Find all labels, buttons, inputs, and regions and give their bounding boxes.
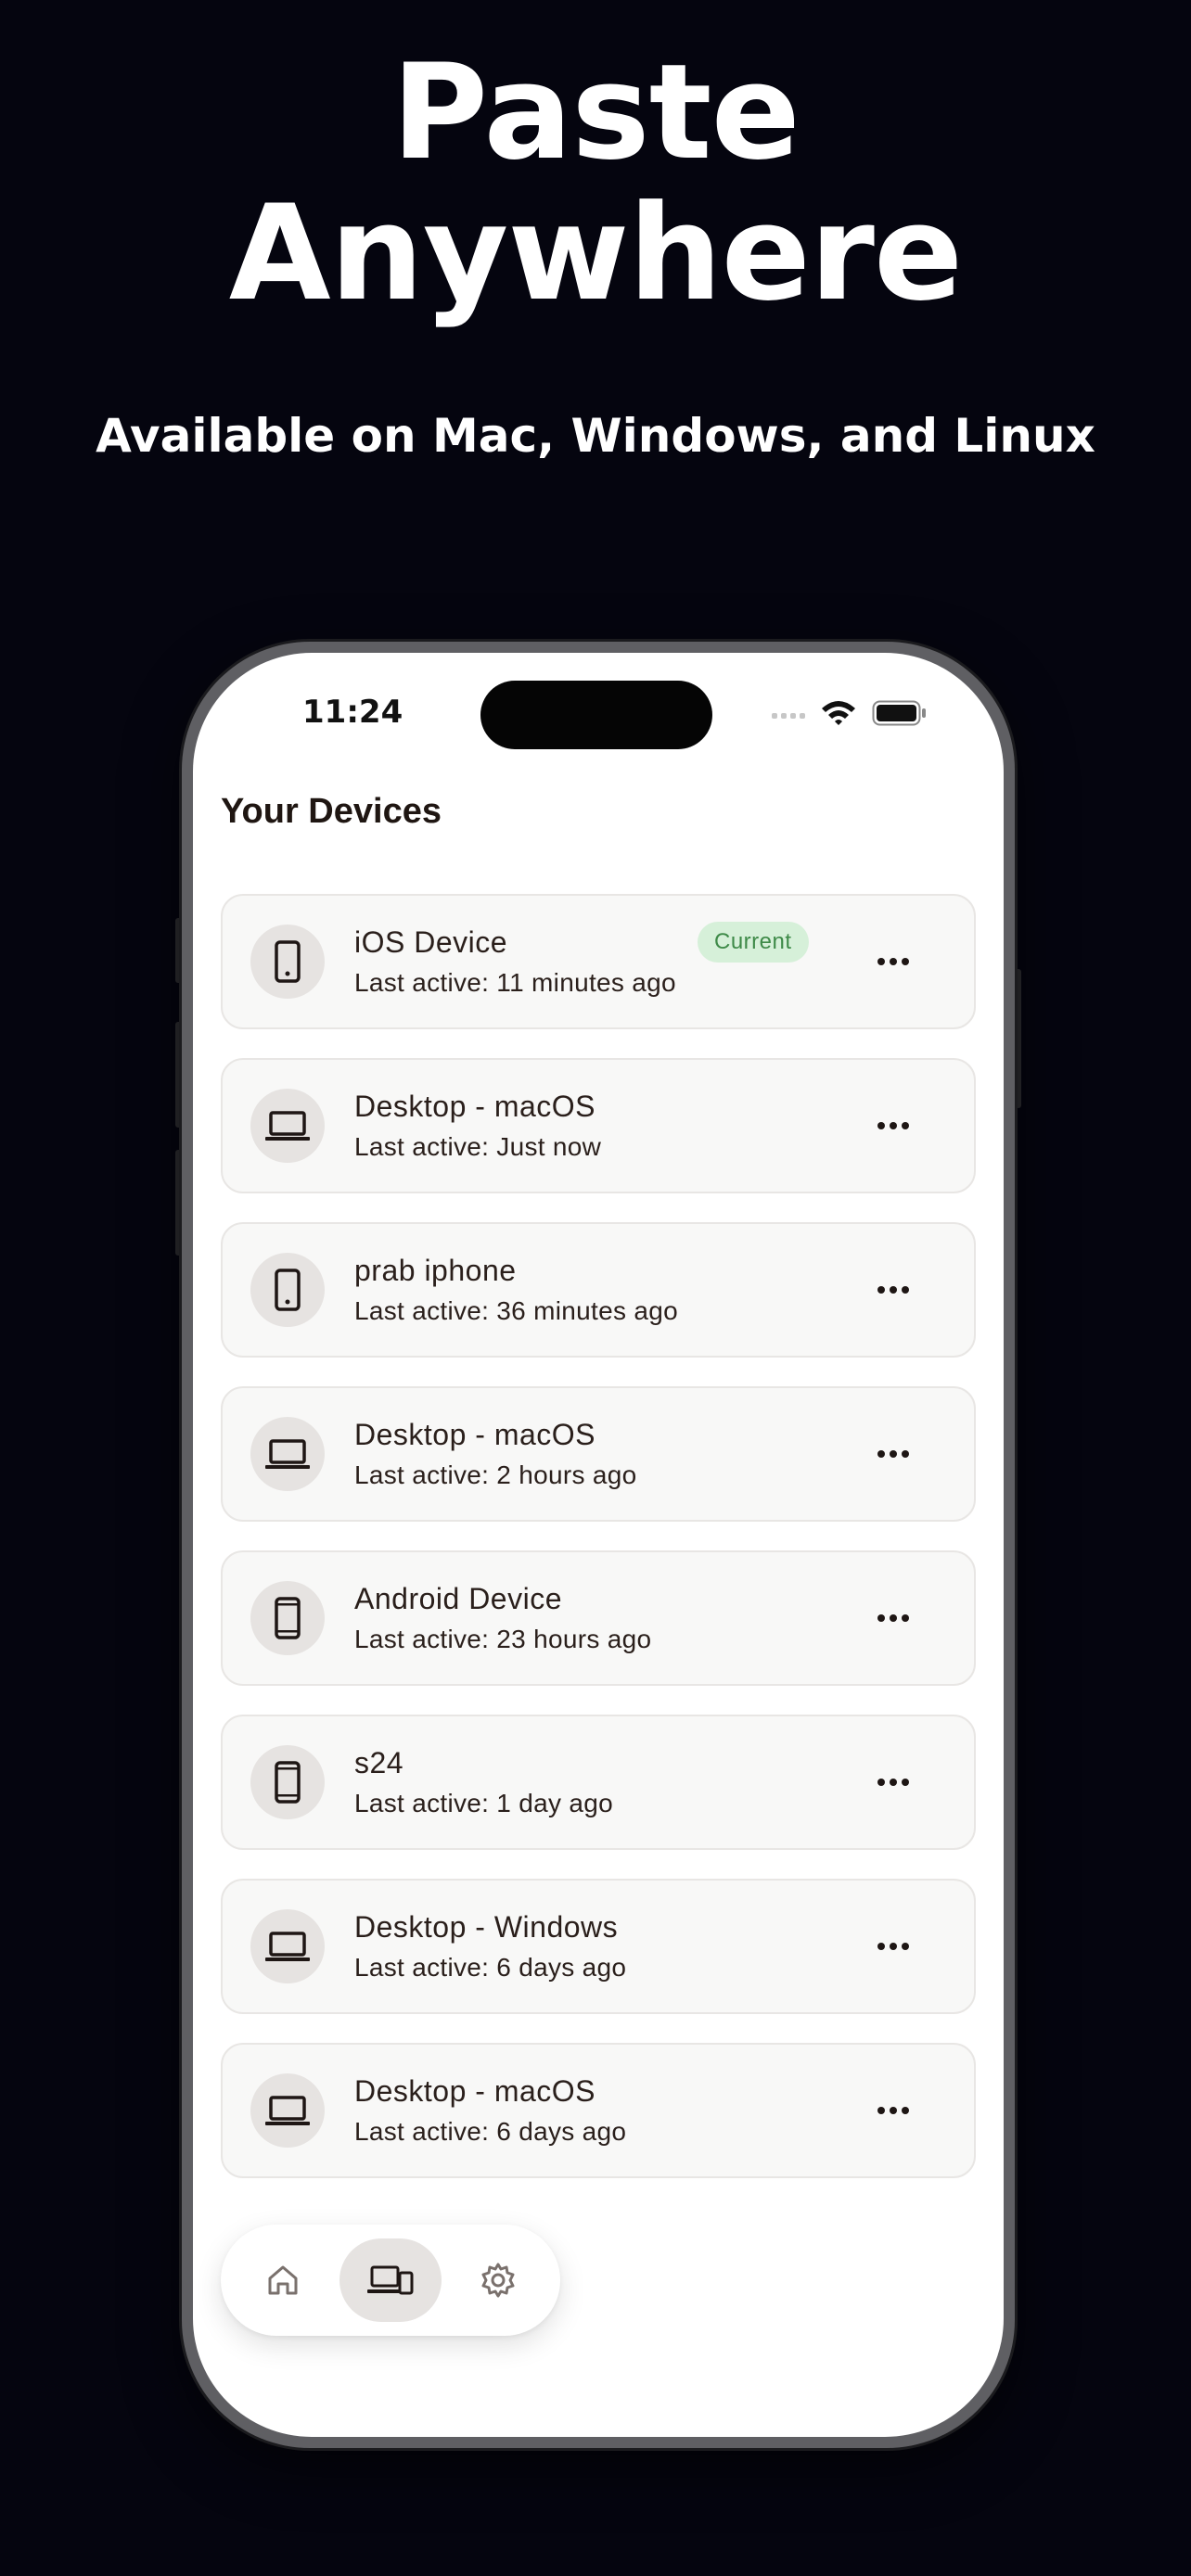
android-phone-icon <box>275 1761 301 1804</box>
home-icon <box>268 2265 298 2295</box>
hero-subtitle: Available on Mac, Windows, and Linux <box>96 409 1095 463</box>
device-last-active: Last active: Just now <box>354 1132 602 1161</box>
device-card[interactable]: prab iphone Last active: 36 minutes ago <box>221 1222 976 1358</box>
device-card[interactable]: Android Device Last active: 23 hours ago <box>221 1550 976 1686</box>
laptop-icon <box>265 2096 310 2125</box>
laptop-icon <box>265 1439 310 1469</box>
device-last-active: Last active: 23 hours ago <box>354 1625 652 1653</box>
more-options-icon[interactable] <box>870 1604 916 1632</box>
phone-screen: 11:24 Your Devices iOS Device Current La… <box>193 653 1004 2437</box>
device-card[interactable]: Desktop - macOS Last active: 6 days ago <box>221 2043 976 2178</box>
phone-icon <box>275 1269 301 1311</box>
more-options-icon[interactable] <box>870 1440 916 1468</box>
device-card[interactable]: s24 Last active: 1 day ago <box>221 1715 976 1850</box>
tab-home[interactable] <box>232 2238 334 2322</box>
device-name: Desktop - Windows <box>354 1910 619 1944</box>
device-avatar <box>250 1581 325 1655</box>
dynamic-island <box>480 681 712 749</box>
device-avatar <box>250 2073 325 2148</box>
device-avatar <box>250 1417 325 1491</box>
app-store-screenshot: Paste Anywhere Available on Mac, Windows… <box>0 0 1191 2576</box>
battery-icon <box>872 700 928 731</box>
android-phone-icon <box>275 1597 301 1639</box>
device-last-active: Last active: 2 hours ago <box>354 1460 637 1489</box>
device-card[interactable]: Desktop - macOS Last active: 2 hours ago <box>221 1386 976 1522</box>
device-last-active: Last active: 1 day ago <box>354 1789 613 1817</box>
hero-title-line-1: Paste <box>391 36 800 189</box>
device-card[interactable]: Desktop - macOS Last active: Just now <box>221 1058 976 1193</box>
hero-title-line-2: Anywhere <box>228 177 963 330</box>
device-last-active: Last active: 6 days ago <box>354 1953 627 1982</box>
tab-devices[interactable] <box>339 2238 442 2322</box>
device-card[interactable]: Desktop - Windows Last active: 6 days ag… <box>221 1879 976 2014</box>
devices-icon <box>367 2265 414 2295</box>
status-time: 11:24 <box>302 694 403 731</box>
laptop-icon <box>265 1111 310 1141</box>
device-last-active: Last active: 36 minutes ago <box>354 1296 678 1325</box>
gear-icon <box>481 2263 515 2298</box>
device-list: iOS Device Current Last active: 11 minut… <box>221 894 976 2207</box>
more-options-icon[interactable] <box>870 2097 916 2124</box>
current-badge: Current <box>698 922 809 963</box>
phone-icon <box>275 940 301 983</box>
device-name: Desktop - macOS <box>354 1090 596 1123</box>
device-name: iOS Device <box>354 925 508 959</box>
signal-icon <box>772 712 805 719</box>
hero-title: Paste Anywhere <box>0 43 1191 325</box>
device-avatar <box>250 1089 325 1163</box>
device-name: Android Device <box>354 1582 562 1615</box>
status-icons <box>772 699 928 732</box>
tab-bar <box>221 2225 560 2336</box>
page-title: Your Devices <box>221 792 442 831</box>
device-last-active: Last active: 11 minutes ago <box>354 968 676 997</box>
wifi-icon <box>820 699 857 732</box>
device-name: Desktop - macOS <box>354 2074 596 2108</box>
more-options-icon[interactable] <box>870 1112 916 1140</box>
more-options-icon[interactable] <box>870 948 916 976</box>
device-avatar <box>250 1253 325 1327</box>
device-name: prab iphone <box>354 1254 517 1287</box>
device-name: Desktop - macOS <box>354 1418 596 1451</box>
more-options-icon[interactable] <box>870 1276 916 1304</box>
tab-settings[interactable] <box>447 2238 549 2322</box>
device-avatar <box>250 1745 325 1819</box>
laptop-icon <box>265 1932 310 1961</box>
device-name: s24 <box>354 1746 404 1779</box>
device-avatar <box>250 925 325 999</box>
device-last-active: Last active: 6 days ago <box>354 2117 627 2146</box>
device-card[interactable]: iOS Device Current Last active: 11 minut… <box>221 894 976 1029</box>
device-avatar <box>250 1909 325 1983</box>
phone-frame: 11:24 Your Devices iOS Device Current La… <box>182 642 1015 2448</box>
more-options-icon[interactable] <box>870 1932 916 1960</box>
more-options-icon[interactable] <box>870 1768 916 1796</box>
